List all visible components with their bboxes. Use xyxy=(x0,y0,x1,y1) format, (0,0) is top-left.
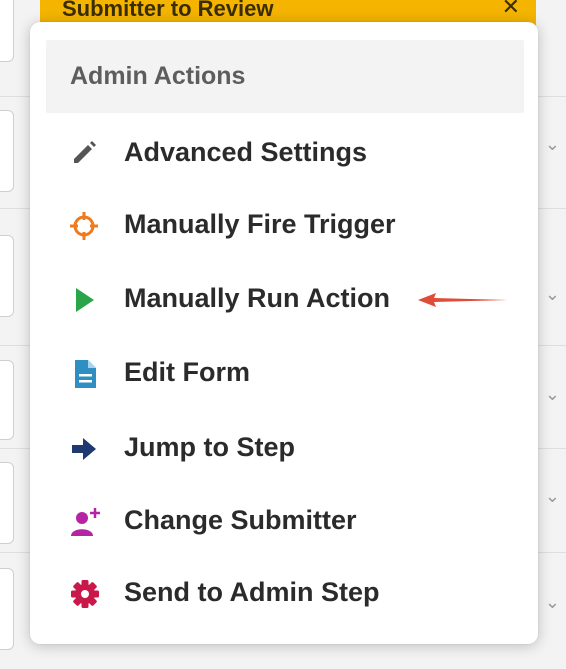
menu-item-manually-fire-trigger[interactable]: Manually Fire Trigger xyxy=(30,194,538,256)
background-field xyxy=(0,360,14,440)
menu-item-send-to-admin-step[interactable]: Send to Admin Step xyxy=(30,562,538,624)
chevron-down-icon: ⌄ xyxy=(544,284,560,304)
chevron-down-icon: ⌄ xyxy=(544,486,560,506)
document-icon xyxy=(75,360,96,388)
menu-item-advanced-settings[interactable]: Advanced Settings xyxy=(30,122,538,184)
pencil-icon xyxy=(74,141,96,163)
admin-actions-menu: Admin Actions Advanced Settings Manually… xyxy=(30,22,538,644)
menu-item-label: Change Submitter xyxy=(124,505,357,535)
play-icon xyxy=(76,288,94,312)
user-plus-icon xyxy=(71,508,100,536)
chevron-down-icon: ⌄ xyxy=(544,384,560,404)
background-field xyxy=(0,235,14,317)
background-field xyxy=(0,462,14,544)
menu-item-label: Jump to Step xyxy=(124,432,296,462)
background-field xyxy=(0,568,14,650)
arrow-right-icon xyxy=(72,438,96,460)
close-icon[interactable]: ✕ xyxy=(502,0,520,20)
menu-header-title: Admin Actions xyxy=(70,62,246,90)
menu-item-edit-form[interactable]: Edit Form xyxy=(30,342,538,404)
chevron-down-icon: ⌄ xyxy=(544,134,560,154)
menu-item-label: Send to Admin Step xyxy=(124,577,380,607)
annotation-arrow-icon xyxy=(418,293,508,307)
menu-item-label: Manually Fire Trigger xyxy=(124,209,396,239)
chevron-down-icon: ⌄ xyxy=(544,592,560,612)
crosshair-icon xyxy=(70,212,98,240)
background-field xyxy=(0,0,14,62)
step-banner-title: Submitter to Review xyxy=(62,0,274,21)
gear-icon xyxy=(71,580,99,608)
background-field xyxy=(0,110,14,192)
menu-item-label: Advanced Settings xyxy=(124,137,368,167)
menu-item-label: Edit Form xyxy=(124,357,250,387)
menu-item-label: Manually Run Action xyxy=(124,283,391,313)
menu-item-change-submitter[interactable]: Change Submitter xyxy=(30,490,538,552)
menu-item-jump-to-step[interactable]: Jump to Step xyxy=(30,417,538,479)
menu-header: Admin Actions xyxy=(46,40,524,113)
